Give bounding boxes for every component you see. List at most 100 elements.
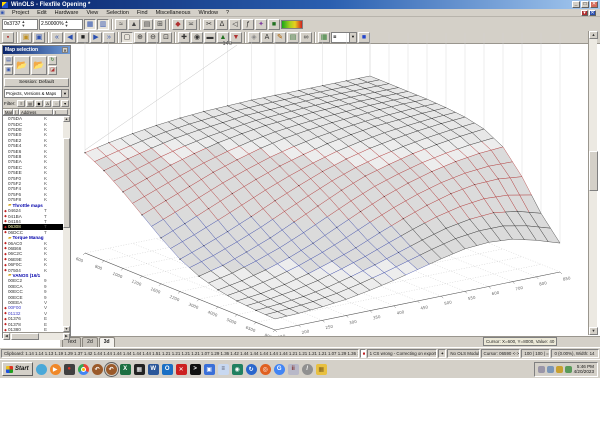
svg-text:1000: 1000 (112, 271, 124, 280)
svg-text:5000: 5000 (226, 317, 238, 326)
map-type: 9 (44, 278, 47, 284)
map-type: K (44, 175, 48, 181)
panel-close-icon[interactable]: ✕ (62, 47, 68, 53)
map-type: K (44, 159, 48, 165)
filter-row: Filter: ≡ ▤ ◆ Δ ◌ ▾ (3, 98, 70, 108)
filter-all-button[interactable]: ≡ (17, 99, 26, 107)
scroll-right-icon[interactable]: ▶ (63, 333, 70, 340)
svg-text:1600: 1600 (150, 286, 162, 295)
map-address: 075F2 (8, 181, 22, 187)
filter-options-button[interactable]: ▾ (61, 99, 69, 107)
svg-text:400: 400 (396, 309, 405, 316)
scroll-thumb[interactable] (11, 333, 39, 340)
svg-text:850: 850 (562, 275, 571, 282)
map-address: 01132 (8, 310, 21, 316)
winols-application-window: WinOLS - Flexfile Opening * _ □ ✕ ▣ Proj… (0, 0, 600, 432)
panel-title-bar[interactable]: Map selection ✕ (3, 46, 70, 54)
map-address: 075F0 (8, 175, 22, 181)
cursor-info-box: Cursor: X=600, Y=8000, Value: 40 (483, 337, 558, 346)
map-type: 9 (44, 283, 47, 289)
tab-3d[interactable]: 3d (98, 337, 115, 347)
map-address: 075EC (8, 164, 23, 170)
folder-label: Torque Manag (12, 235, 44, 241)
export-list-button[interactable]: ◪ (48, 66, 57, 75)
filter-maps-button[interactable]: ▤ (26, 99, 34, 107)
map-address: 04184 (8, 218, 21, 224)
map-type: V (44, 305, 48, 311)
map-vertical-scrollbar[interactable]: ▲ ▼ (588, 31, 598, 335)
map-address: 01378 (8, 321, 21, 327)
scroll-thumb[interactable] (589, 151, 598, 191)
map-type: K (44, 186, 48, 192)
map-type: V (44, 300, 48, 306)
map-address: 06F0C (8, 262, 22, 268)
svg-text:600: 600 (75, 256, 84, 264)
map-type: E (44, 316, 48, 322)
svg-text:450: 450 (420, 304, 429, 311)
map-address: 06308 (8, 224, 21, 230)
map-address: 075F6 (8, 191, 22, 197)
map-type: K (44, 154, 48, 160)
map-address: 075F4 (8, 186, 22, 192)
map-list: 075DA K 075DC K 075DE K 075E0 K 075E2 K 075E4 K 075E… (3, 115, 70, 332)
map-type: E (44, 321, 48, 327)
scope-dropdown-value: Projects, Versions & Maps (6, 91, 57, 96)
scroll-left-icon[interactable]: ◀ (3, 333, 10, 340)
filter-search-icon[interactable]: ◌ (52, 99, 61, 107)
map-type: K (44, 164, 48, 170)
refresh-list-button[interactable]: ↻ (48, 56, 57, 65)
map-address: 075EA (8, 159, 22, 165)
import-maps-button[interactable]: 📂 (31, 56, 47, 75)
map-address: 075E0 (8, 132, 22, 138)
map-type: T (44, 208, 47, 214)
map-address: 075DE (8, 127, 23, 133)
map-type: K (44, 267, 48, 273)
map-type: K (44, 116, 48, 122)
map-address: 00EEA (8, 300, 23, 306)
map-address: 075DC (8, 121, 23, 127)
scroll-down-icon[interactable]: ▼ (589, 327, 598, 335)
map-type: T (44, 229, 47, 235)
map-address: 06E9E (8, 256, 22, 262)
session-button[interactable]: Session: Default (4, 78, 69, 87)
map-type: K (44, 262, 48, 268)
map-type: T (44, 218, 47, 224)
panel-horizontal-scrollbar[interactable]: ◀ ▶ (3, 332, 70, 340)
map-type: K (44, 143, 48, 149)
map-address: 00F00 (8, 305, 22, 311)
map-address: 00ECA (8, 283, 23, 289)
map-type: K (44, 132, 48, 138)
panel-toolbar: ▤ ▣ 📂 📂 ↻ ◪ (3, 54, 70, 78)
map-address: 06B66 (8, 245, 22, 251)
filter-changed-button[interactable]: Δ (43, 99, 52, 107)
scroll-up-icon[interactable]: ▲ (589, 31, 598, 39)
scope-dropdown[interactable]: Projects, Versions & Maps ▼ (4, 89, 69, 98)
map-type: K (44, 121, 48, 127)
map-address: 075F8 (8, 197, 22, 203)
map-type: K (44, 127, 48, 133)
svg-text:1200: 1200 (131, 278, 143, 287)
svg-text:700: 700 (515, 285, 524, 292)
map-address: 00ECE (8, 294, 23, 300)
svg-text:250: 250 (325, 324, 334, 331)
tab-2d[interactable]: 2d (82, 337, 98, 347)
map-type: K (44, 197, 48, 203)
map-address: 06AC0 (8, 240, 23, 246)
open-project-button[interactable]: 📂 (14, 56, 30, 75)
scroll-up-icon[interactable]: ▲ (63, 116, 70, 122)
map-address: 06C2C (8, 251, 23, 257)
list-vertical-scrollbar[interactable]: ▲ ▼ (63, 116, 70, 332)
map-3d-plot[interactable]: 140 600 800 1000 1200 1600 2200 3000 4000 5000 650… (0, 0, 600, 432)
new-map-button[interactable]: ▤ (4, 56, 13, 65)
svg-text:6500: 6500 (245, 325, 257, 334)
map-list-header[interactable]: Marker/AddressI (3, 108, 70, 115)
scroll-thumb[interactable] (63, 138, 70, 228)
map-address: 06DCC (8, 229, 24, 235)
map-address: 075E4 (8, 143, 22, 149)
save-map-button[interactable]: ▣ (4, 66, 13, 75)
map-address: 075DA (8, 116, 23, 122)
chevron-down-icon[interactable]: ▼ (61, 90, 68, 97)
svg-text:600: 600 (491, 290, 500, 297)
filter-marked-button[interactable]: ◆ (34, 99, 43, 107)
svg-text:3000: 3000 (188, 302, 200, 311)
